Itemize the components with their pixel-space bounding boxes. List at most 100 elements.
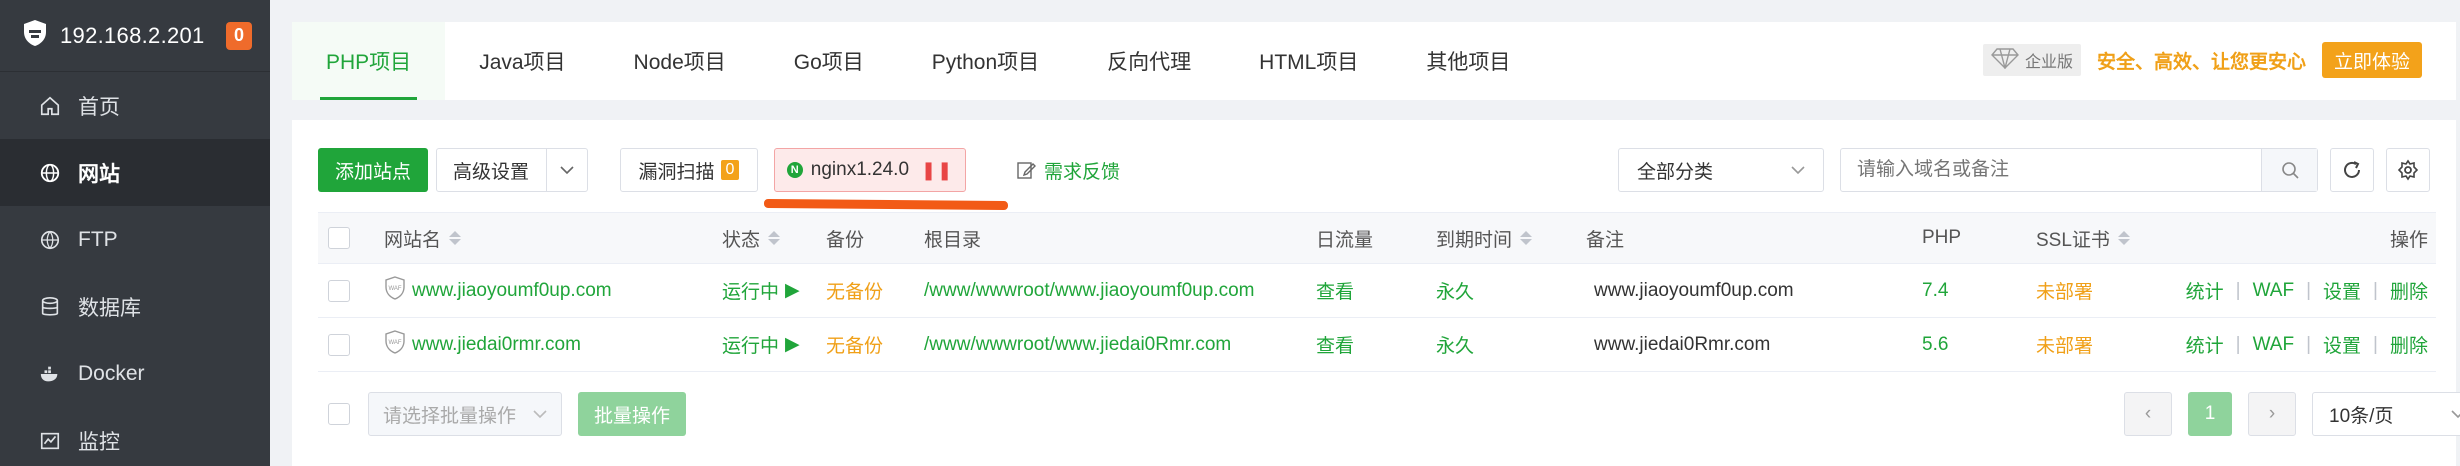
tab-php[interactable]: PHP项目 (292, 22, 446, 100)
stats-link[interactable]: 统计 (2186, 277, 2224, 304)
try-now-button[interactable]: 立即体验 (2321, 42, 2422, 78)
sidebar-item-docker[interactable]: Docker (0, 340, 270, 407)
table-row: WAF www.jiaoyoumf0up.com 运行中 ▶ 无备份 /www/w… (318, 264, 2436, 318)
play-icon: ▶ (785, 280, 800, 301)
globe-icon (38, 161, 62, 185)
server-ip: 192.168.2.201 (60, 22, 205, 48)
tab-node[interactable]: Node项目 (600, 22, 760, 100)
site-table: 网站名 状态 备份 根目录 日流量 到期时间 备注 PHP SSL证书 操作 W… (318, 212, 2436, 372)
note-text[interactable]: www.jiaoyoumf0up.com (1594, 264, 1794, 317)
settings-link[interactable]: 设置 (2323, 277, 2361, 304)
vuln-count-badge: 0 (720, 160, 740, 180)
sidebar-item-monitor[interactable]: 监控 (0, 407, 270, 466)
chevron-down-icon[interactable] (545, 149, 587, 191)
advanced-settings-button[interactable]: 高级设置 (436, 148, 588, 192)
batch-select[interactable]: 请选择批量操作 (368, 392, 562, 436)
col-expire[interactable]: 到期时间 (1436, 213, 1533, 263)
note-text[interactable]: www.jiedai0Rmr.com (1594, 318, 1770, 371)
enterprise-slogan[interactable]: 安全、高效、让您更安心 (2097, 47, 2306, 74)
sidebar-item-website[interactable]: 网站 (0, 139, 270, 206)
footer-checkbox[interactable] (328, 392, 350, 436)
backup-link[interactable]: 无备份 (826, 264, 883, 317)
delete-link[interactable]: 删除 (2390, 277, 2428, 304)
chevron-down-icon (533, 403, 547, 425)
backup-link[interactable]: 无备份 (826, 318, 883, 371)
category-select[interactable]: 全部分类 (1618, 148, 1824, 192)
expire-link[interactable]: 永久 (1436, 264, 1474, 317)
row-checkbox[interactable] (328, 318, 350, 371)
traffic-link[interactable]: 查看 (1316, 318, 1354, 371)
search-input[interactable] (1841, 159, 2261, 181)
next-page-button[interactable]: › (2248, 392, 2296, 436)
diamond-icon (1991, 47, 2019, 74)
vuln-scan-button[interactable]: 漏洞扫描 0 (620, 148, 758, 192)
advanced-settings-label: 高级设置 (453, 161, 530, 183)
table-header: 网站名 状态 备份 根目录 日流量 到期时间 备注 PHP SSL证书 操作 (318, 212, 2436, 264)
shield-logo-icon (22, 19, 48, 52)
status-toggle[interactable]: 运行中 ▶ (722, 264, 800, 317)
nginx-status-button[interactable]: N nginx1.24.0 ❚❚ (774, 148, 966, 192)
ssl-status-link[interactable]: 未部署 (2036, 264, 2093, 317)
status-toggle[interactable]: 运行中 ▶ (722, 318, 800, 371)
row-actions: 统计 | WAF | 设置 | 删除 (2186, 264, 2428, 317)
page-number-current[interactable]: 1 (2188, 392, 2232, 436)
sidebar-item-home[interactable]: 首页 (0, 72, 270, 139)
feedback-label: 需求反馈 (1044, 161, 1121, 183)
ssl-status-link[interactable]: 未部署 (2036, 318, 2093, 371)
waf-link[interactable]: WAF (2253, 334, 2295, 356)
site-name-link[interactable]: www.jiaoyoumf0up.com (412, 280, 612, 302)
svg-text:WAF: WAF (388, 286, 401, 292)
sidebar-item-label: 监控 (78, 430, 120, 454)
sidebar-item-database[interactable]: 数据库 (0, 273, 270, 340)
php-version-link[interactable]: 5.6 (1922, 318, 1948, 371)
refresh-button[interactable] (2330, 148, 2374, 192)
tab-html[interactable]: HTML项目 (1225, 22, 1392, 100)
search-icon[interactable] (2261, 149, 2317, 191)
prev-page-button[interactable]: ‹ (2124, 392, 2172, 436)
sidebar-item-label: FTP (78, 227, 118, 251)
sidebar-item-ftp[interactable]: FTP (0, 206, 270, 273)
sort-icon (449, 231, 462, 245)
settings-button[interactable] (2386, 148, 2430, 192)
tab-other[interactable]: 其他项目 (1392, 22, 1544, 100)
col-status[interactable]: 状态 (722, 213, 781, 263)
col-php: PHP (1922, 227, 1962, 248)
notification-badge[interactable]: 0 (226, 21, 252, 50)
gear-icon (2397, 159, 2419, 181)
sidebar-header: 192.168.2.201 0 (0, 0, 270, 72)
tab-reverse-proxy[interactable]: 反向代理 (1073, 22, 1225, 100)
col-ssl[interactable]: SSL证书 (2036, 213, 2130, 263)
batch-select-value: 请选择批量操作 (383, 405, 517, 427)
tab-java[interactable]: Java项目 (445, 22, 599, 100)
select-all-checkbox[interactable] (328, 213, 350, 263)
batch-action-button[interactable]: 批量操作 (578, 392, 686, 436)
waf-shield-icon: WAF (384, 275, 406, 306)
database-icon (38, 295, 62, 319)
stats-link[interactable]: 统计 (2186, 331, 2224, 358)
ftp-icon (38, 228, 62, 252)
search-box (1840, 148, 2318, 192)
pause-icon[interactable]: ❚❚ (921, 160, 953, 181)
add-site-button[interactable]: 添加站点 (318, 148, 428, 192)
vuln-scan-label: 漏洞扫描 (638, 161, 715, 183)
col-root: 根目录 (924, 229, 982, 251)
root-dir-link[interactable]: /www/wwwroot/www.jiedai0Rmr.com (924, 318, 1231, 371)
row-checkbox[interactable] (328, 264, 350, 317)
root-dir-link[interactable]: /www/wwwroot/www.jiaoyoumf0up.com (924, 264, 1255, 317)
delete-link[interactable]: 删除 (2390, 331, 2428, 358)
col-name[interactable]: 网站名 (384, 213, 462, 263)
settings-link[interactable]: 设置 (2323, 331, 2361, 358)
tab-go[interactable]: Go项目 (760, 22, 898, 100)
tab-python[interactable]: Python项目 (898, 22, 1073, 100)
waf-link[interactable]: WAF (2253, 280, 2295, 302)
project-tabs: PHP项目 Java项目 Node项目 Go项目 Python项目 反向代理 H… (292, 22, 2456, 100)
enterprise-badge: 企业版 (1982, 44, 2081, 76)
php-version-link[interactable]: 7.4 (1922, 264, 1948, 317)
feedback-link[interactable]: 需求反馈 (1016, 148, 1120, 192)
traffic-link[interactable]: 查看 (1316, 264, 1354, 317)
page-size-select[interactable]: 10条/页 (2312, 392, 2460, 436)
sidebar: 192.168.2.201 0 首页 网站 FTP 数据库 Docker 监控 (0, 0, 270, 466)
page-size-value: 10条/页 (2329, 405, 2394, 427)
site-name-link[interactable]: www.jiedai0rmr.com (412, 334, 581, 356)
expire-link[interactable]: 永久 (1436, 318, 1474, 371)
